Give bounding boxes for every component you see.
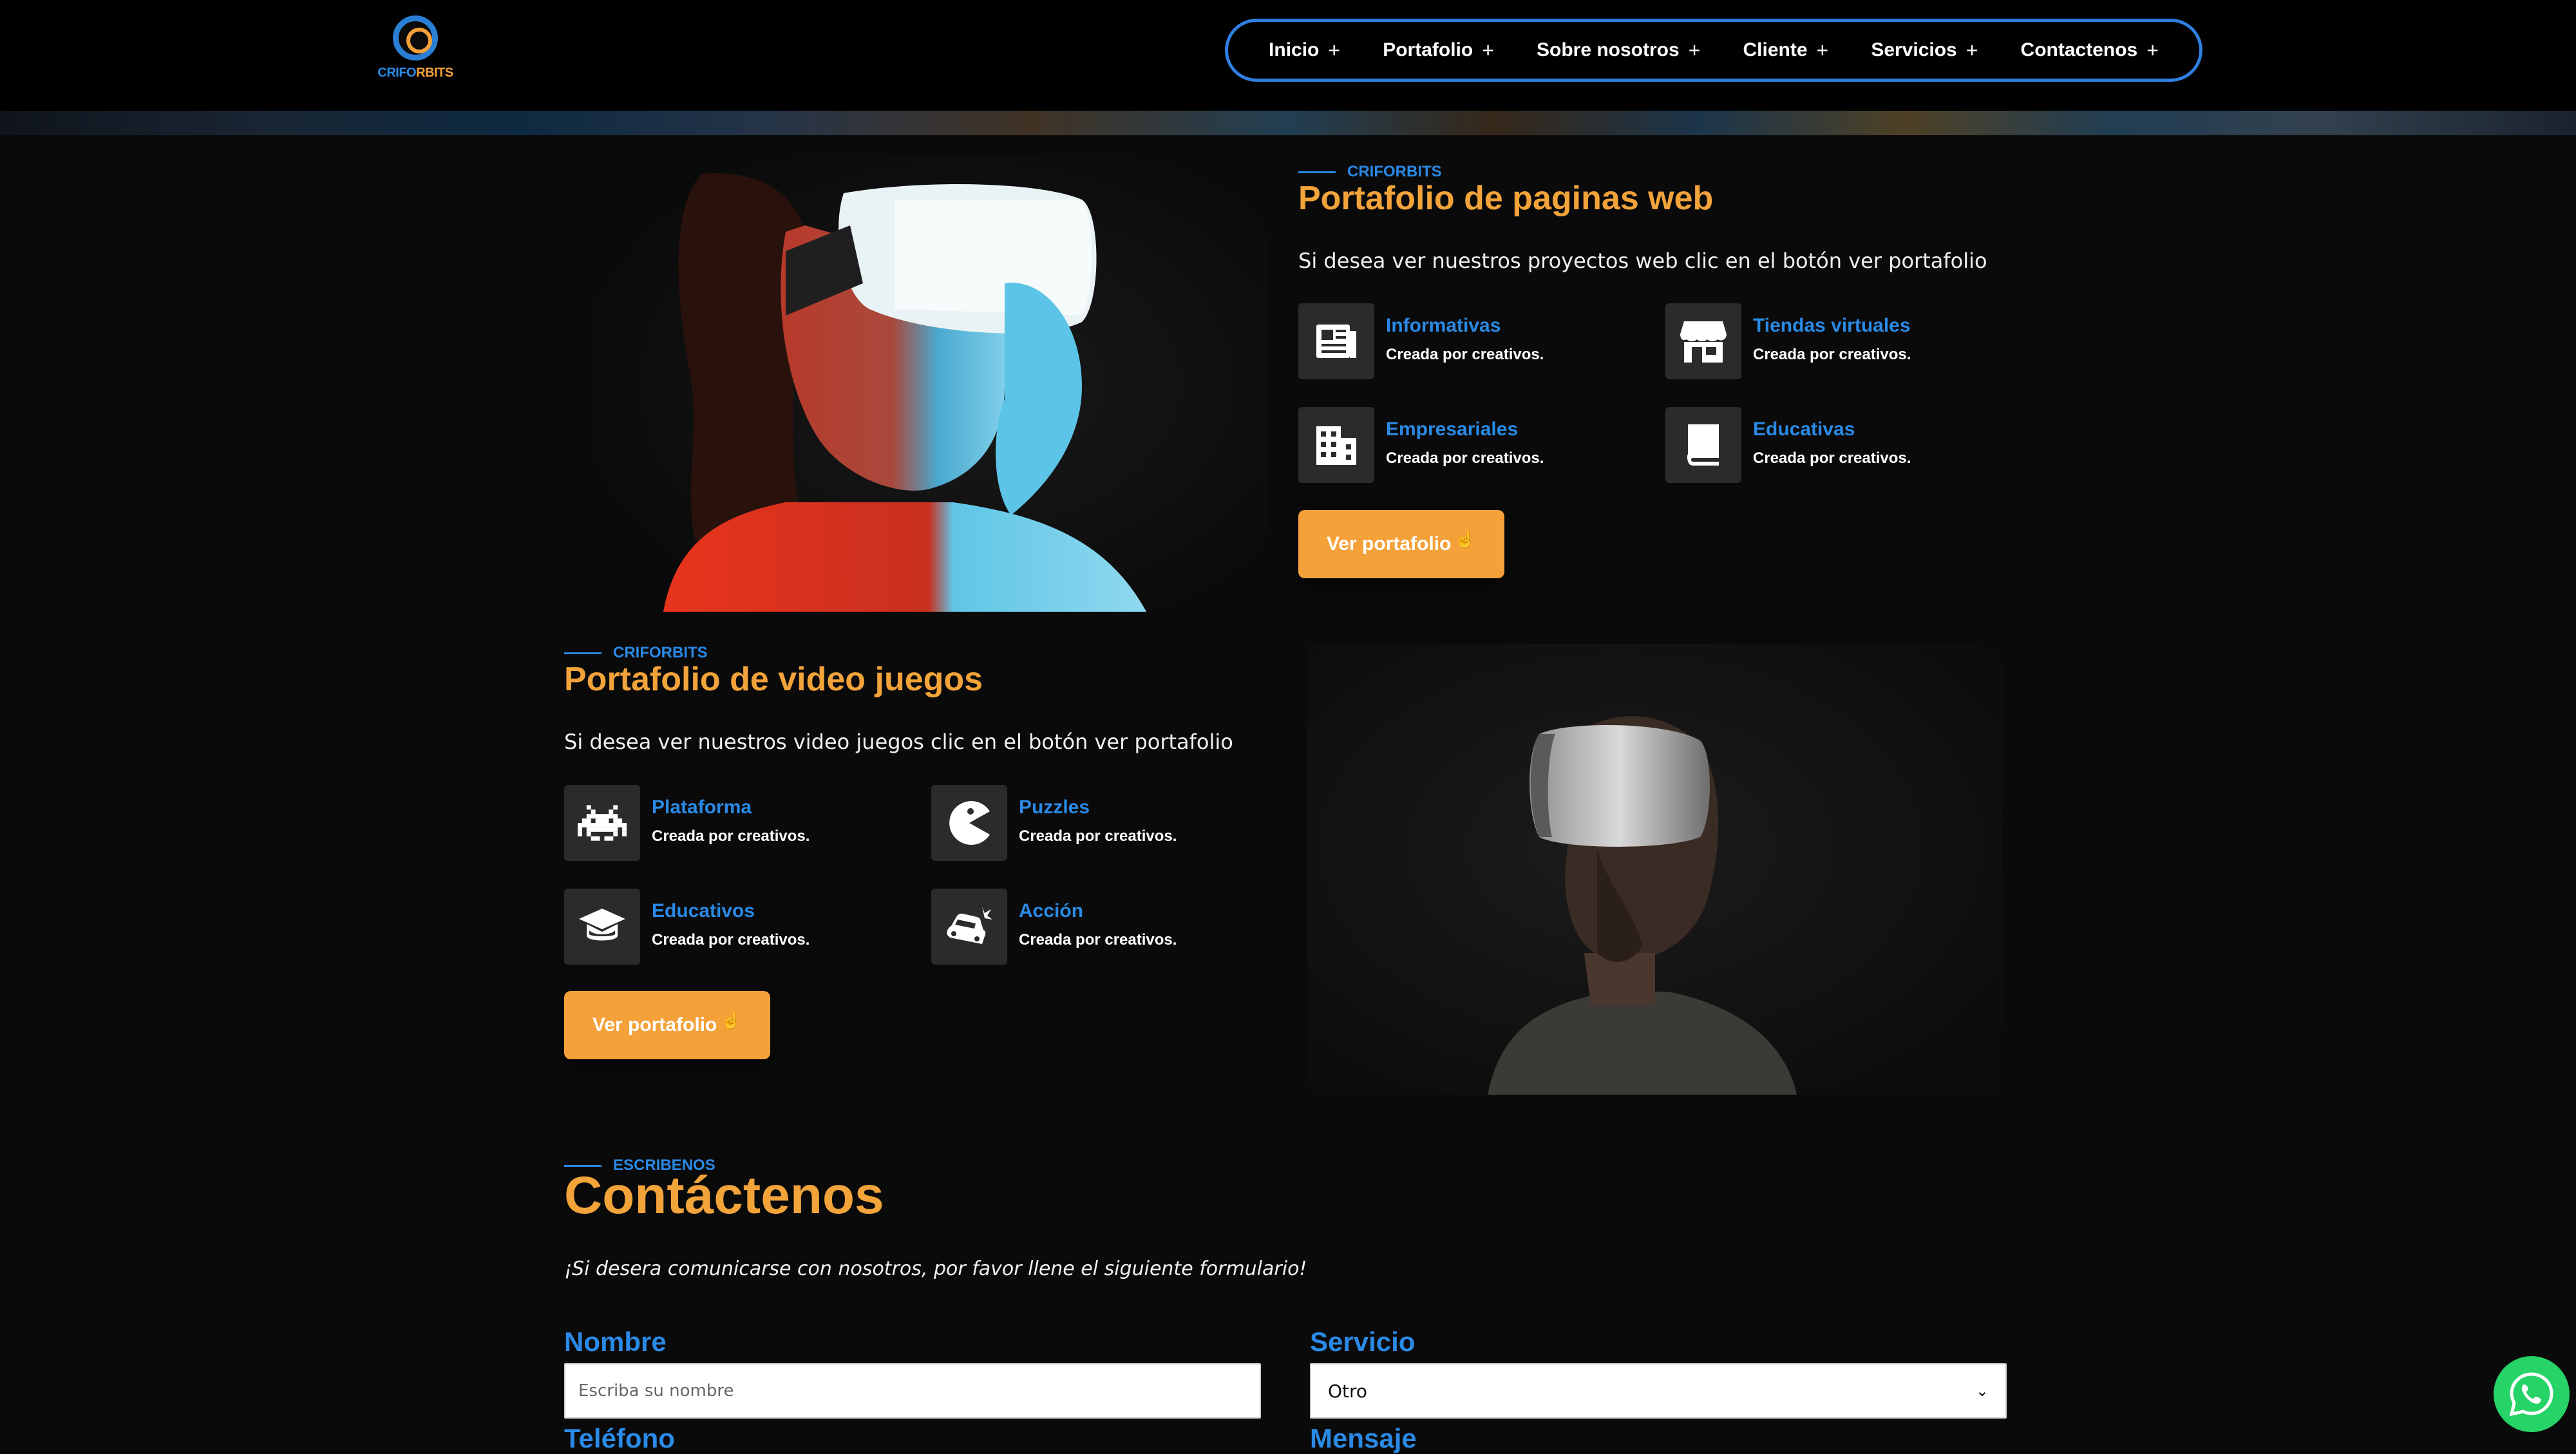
- web-section-description: Si desea ver nuestros proyectos web clic…: [1298, 249, 1987, 273]
- plus-icon: +: [1328, 38, 1341, 62]
- games-section-title: Portafolio de video juegos: [564, 661, 983, 698]
- plus-icon: +: [2146, 38, 2159, 62]
- vr-man-image: [1307, 644, 2003, 1095]
- name-label: Nombre: [564, 1327, 667, 1357]
- logo-text: CRIFORBITS: [377, 66, 453, 80]
- car-crash-icon: [931, 889, 1007, 965]
- logo-mark-icon: [393, 15, 438, 61]
- message-label: Mensaje: [1310, 1423, 1417, 1453]
- brand-logo[interactable]: CRIFORBITS: [374, 13, 457, 84]
- phone-label: Teléfono: [564, 1423, 675, 1453]
- service-select[interactable]: Otro ⌄: [1310, 1363, 2007, 1419]
- games-portfolio-button[interactable]: Ver portafolio ☝: [564, 991, 770, 1059]
- plus-icon: +: [1816, 38, 1829, 62]
- store-icon: [1665, 303, 1741, 379]
- nav-item-sobre-nosotros[interactable]: Sobre nosotros +: [1537, 39, 1700, 62]
- feature-empresariales[interactable]: Empresariales Creada por creativos.: [1298, 407, 1659, 484]
- chevron-down-icon: ⌄: [1975, 1382, 1989, 1400]
- plus-icon: +: [1482, 38, 1494, 62]
- nav-item-portafolio[interactable]: Portafolio +: [1383, 39, 1494, 62]
- vr-woman-image: [592, 155, 1269, 612]
- plus-icon: +: [1965, 38, 1978, 62]
- name-input[interactable]: [564, 1363, 1261, 1419]
- web-section-title: Portafolio de paginas web: [1298, 180, 1714, 217]
- feature-plataforma[interactable]: Plataforma Creada por creativos.: [564, 785, 925, 862]
- nav-item-servicios[interactable]: Servicios +: [1871, 39, 1978, 62]
- banner-strip: [0, 111, 2576, 135]
- pointer-hand-icon: ☝: [1455, 529, 1476, 549]
- newspaper-icon: [1298, 303, 1374, 379]
- graduation-cap-icon: [564, 889, 640, 965]
- pointer-hand-icon: ☝: [721, 1010, 742, 1030]
- feature-educativas[interactable]: Educativas Creada por creativos.: [1665, 407, 2026, 484]
- main-nav: Inicio + Portafolio + Sobre nosotros + Clie…: [1225, 19, 2202, 82]
- plus-icon: +: [1688, 38, 1701, 62]
- nav-item-cliente[interactable]: Cliente +: [1743, 39, 1828, 62]
- feature-educativos[interactable]: Educativos Creada por creativos.: [564, 889, 925, 966]
- nav-item-inicio[interactable]: Inicio +: [1269, 39, 1340, 62]
- whatsapp-button[interactable]: [2494, 1356, 2570, 1432]
- contact-intro: ¡Si desera comunicarse con nosotros, por…: [564, 1258, 1307, 1280]
- feature-tiendas-virtuales[interactable]: Tiendas virtuales Creada por creativos.: [1665, 303, 2026, 381]
- feature-puzzles[interactable]: Puzzles Creada por creativos.: [931, 785, 1292, 862]
- service-selected-value: Otro: [1328, 1380, 1368, 1402]
- whatsapp-icon: [2509, 1372, 2553, 1417]
- space-invader-icon: [564, 785, 640, 861]
- games-section-description: Si desea ver nuestros video juegos clic …: [564, 730, 1233, 754]
- building-icon: [1298, 407, 1374, 483]
- feature-informativas[interactable]: Informativas Creada por creativos.: [1298, 303, 1659, 381]
- contact-title: Contáctenos: [564, 1166, 884, 1225]
- pacman-icon: [931, 785, 1007, 861]
- nav-item-contactenos[interactable]: Contactenos +: [2021, 39, 2159, 62]
- games-eyebrow: CRIFORBITS: [564, 644, 708, 662]
- service-label: Servicio: [1310, 1327, 1416, 1357]
- web-eyebrow: CRIFORBITS: [1298, 163, 1442, 181]
- book-icon: [1665, 407, 1741, 483]
- feature-accion[interactable]: Acción Creada por creativos.: [931, 889, 1292, 966]
- web-portfolio-button[interactable]: Ver portafolio ☝: [1298, 510, 1504, 578]
